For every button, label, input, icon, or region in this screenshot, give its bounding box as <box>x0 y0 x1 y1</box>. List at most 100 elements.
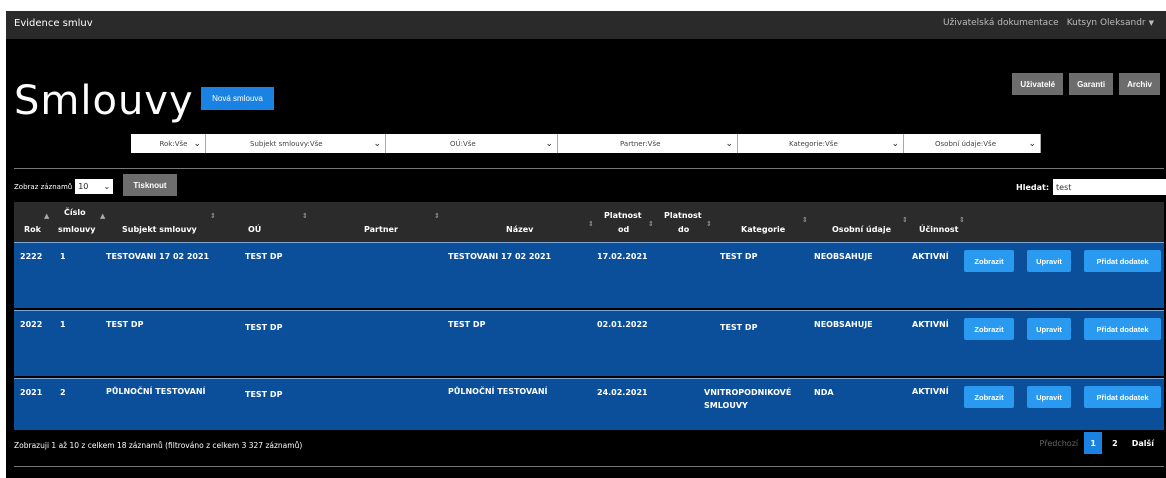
th-valid-from-1[interactable]: Platnost <box>604 210 642 221</box>
filter-partner[interactable]: Partner:Vše ⌄ <box>558 134 738 153</box>
user-name: Kutsyn Oleksandr <box>1066 18 1146 28</box>
cell-valid-from: 17.02.2021 <box>597 252 648 261</box>
chevron-down-icon: ⌄ <box>373 138 381 149</box>
table-row[interactable]: 2021 2 PŮLNOČNÍ TESTOVANÍ TEST DP PŮLNOČ… <box>14 378 1164 430</box>
th-year[interactable]: Rok <box>24 224 41 235</box>
filter-bar: Rok:Vše ⌄ Subjekt smlouvy:Vše ⌄ OÚ:Vše ⌄ Pa… <box>131 134 1041 153</box>
filter-category[interactable]: Kategorie:Vše ⌄ <box>738 134 904 153</box>
show-button[interactable]: Zobrazit <box>964 386 1014 408</box>
prev-page-button[interactable]: Předchozí <box>1040 439 1079 448</box>
cell-name: TESTOVANI 17 02 2021 <box>448 252 552 261</box>
page-length-value: 10 <box>78 182 89 191</box>
filter-category-label: Kategorie:Vše <box>789 139 838 148</box>
filter-subject-label: Subjekt smlouvy:Vše <box>250 139 323 148</box>
filter-personal-data[interactable]: Osobní údaje:Vše ⌄ <box>904 134 1041 153</box>
sort-icon: ⇕ <box>302 212 308 220</box>
app-frame: Evidence smluv Uživatelská dokumentace K… <box>6 11 1166 478</box>
cell-number: 2 <box>60 388 66 397</box>
th-partner[interactable]: Partner <box>364 224 398 235</box>
divider <box>14 466 1164 467</box>
cell-subject: PŮLNOČNÍ TESTOVANÍ <box>106 387 206 396</box>
cell-personal-data: NDA <box>814 388 834 397</box>
admin-buttons: Uživatelé Garanti Archiv <box>1012 73 1160 95</box>
cell-valid-from: 02.01.2022 <box>597 320 648 329</box>
th-effectiveness[interactable]: Účinnost <box>919 224 958 235</box>
cell-effectiveness: AKTIVNÍ <box>912 387 949 396</box>
cell-category: VNITROPODNIKOVÉ <box>704 388 792 397</box>
cell-number: 1 <box>60 252 66 261</box>
guarantors-button[interactable]: Garanti <box>1069 73 1114 95</box>
th-category[interactable]: Kategorie <box>741 224 785 235</box>
page-2-button[interactable]: 2 <box>1108 439 1122 448</box>
show-button[interactable]: Zobrazit <box>964 250 1014 272</box>
table-info: Zobrazuji 1 až 10 z celkem 18 záznamů (f… <box>14 441 303 450</box>
pagination: Předchozí 1 2 Další <box>1040 432 1158 454</box>
filter-subject[interactable]: Subjekt smlouvy:Vše ⌄ <box>206 134 386 153</box>
cell-ou: TEST DP <box>245 390 283 399</box>
next-page-button[interactable]: Další <box>1128 439 1158 448</box>
docs-link[interactable]: Uživatelská dokumentace <box>943 18 1059 28</box>
page-1-button[interactable]: 1 <box>1084 432 1103 454</box>
cell-personal-data: NEOBSAHUJE <box>814 320 873 329</box>
filter-year-label: Rok:Vše <box>159 139 188 148</box>
page-length-select[interactable]: 10 ⌄ <box>75 179 114 194</box>
cell-effectiveness: AKTIVNÍ <box>912 320 949 329</box>
sort-icon: ▲ <box>100 212 106 220</box>
print-button[interactable]: Tisknout <box>123 174 177 196</box>
table-row[interactable]: 2022 1 TEST DP TEST DP TEST DP 02.01.202… <box>14 310 1164 376</box>
page-title: Smlouvy <box>14 78 194 124</box>
cell-valid-from: 24.02.2021 <box>597 388 648 397</box>
add-amendment-button[interactable]: Přidat dodatek <box>1084 318 1161 340</box>
chevron-down-icon: ⌄ <box>103 182 111 191</box>
cell-subject: TESTOVANI 17 02 2021 <box>106 252 210 261</box>
edit-button[interactable]: Upravit <box>1027 250 1071 272</box>
th-number-2[interactable]: smlouvy <box>58 224 95 235</box>
navbar: Evidence smluv Uživatelská dokumentace K… <box>6 11 1166 39</box>
edit-button[interactable]: Upravit <box>1027 318 1071 340</box>
archive-button[interactable]: Archiv <box>1119 73 1160 95</box>
chevron-down-icon: ⌄ <box>891 138 899 149</box>
th-valid-to-1[interactable]: Platnost <box>664 210 702 221</box>
caret-down-icon: ▼ <box>1148 19 1154 27</box>
table-row[interactable]: 2222 1 TESTOVANI 17 02 2021 TEST DP TEST… <box>14 242 1164 308</box>
search-control: Hledat: <box>1016 179 1166 195</box>
cell-year: 2022 <box>20 320 43 329</box>
th-valid-from-2[interactable]: od <box>618 224 629 235</box>
cell-name: PŮLNOČNÍ TESTOVANÍ <box>448 387 548 396</box>
edit-button[interactable]: Upravit <box>1027 386 1071 408</box>
search-input[interactable] <box>1053 179 1166 195</box>
page-length-label: Zobraz záznamů <box>14 182 73 191</box>
table-header: Rok ▲ Číslo smlouvy ▲ Subjekt smlouvy ⇕ … <box>14 202 1164 242</box>
th-valid-to-2[interactable]: do <box>678 224 689 235</box>
sort-icon: ⇕ <box>706 220 712 228</box>
user-menu[interactable]: Kutsyn Oleksandr ▼ <box>1067 18 1154 28</box>
filter-year[interactable]: Rok:Vše ⌄ <box>131 134 206 153</box>
chevron-down-icon: ⌄ <box>545 138 553 149</box>
sort-icon: ⇕ <box>434 212 440 220</box>
users-button[interactable]: Uživatelé <box>1012 73 1064 95</box>
new-contract-button[interactable]: Nová smlouva <box>201 87 274 110</box>
brand[interactable]: Evidence smluv <box>14 18 93 29</box>
filter-ou[interactable]: OÚ:Vše ⌄ <box>386 134 558 153</box>
sort-icon: ⇕ <box>588 220 594 228</box>
cell-category-2: SMLOUVY <box>704 401 748 410</box>
page-length-control: Zobraz záznamů 10 ⌄ <box>14 179 114 194</box>
th-subject[interactable]: Subjekt smlouvy <box>122 224 197 235</box>
chevron-down-icon: ⌄ <box>193 138 201 149</box>
cell-category: TEST DP <box>720 323 758 332</box>
search-label: Hledat: <box>1016 182 1050 192</box>
cell-name: TEST DP <box>448 320 486 329</box>
filter-ou-label: OÚ:Vše <box>450 139 476 148</box>
sort-icon: ⇕ <box>959 216 965 224</box>
th-ou[interactable]: OÚ <box>248 224 261 235</box>
filter-personal-label: Osobní údaje:Vše <box>935 139 997 148</box>
add-amendment-button[interactable]: Přidat dodatek <box>1084 250 1161 272</box>
add-amendment-button[interactable]: Přidat dodatek <box>1084 386 1161 408</box>
th-personal-data[interactable]: Osobní údaje <box>832 224 891 235</box>
cell-ou: TEST DP <box>245 323 283 332</box>
filter-partner-label: Partner:Vše <box>620 139 661 148</box>
th-number-1[interactable]: Číslo <box>64 207 86 218</box>
show-button[interactable]: Zobrazit <box>964 318 1014 340</box>
th-name[interactable]: Název <box>506 224 533 235</box>
sort-icon: ⇕ <box>802 216 808 224</box>
